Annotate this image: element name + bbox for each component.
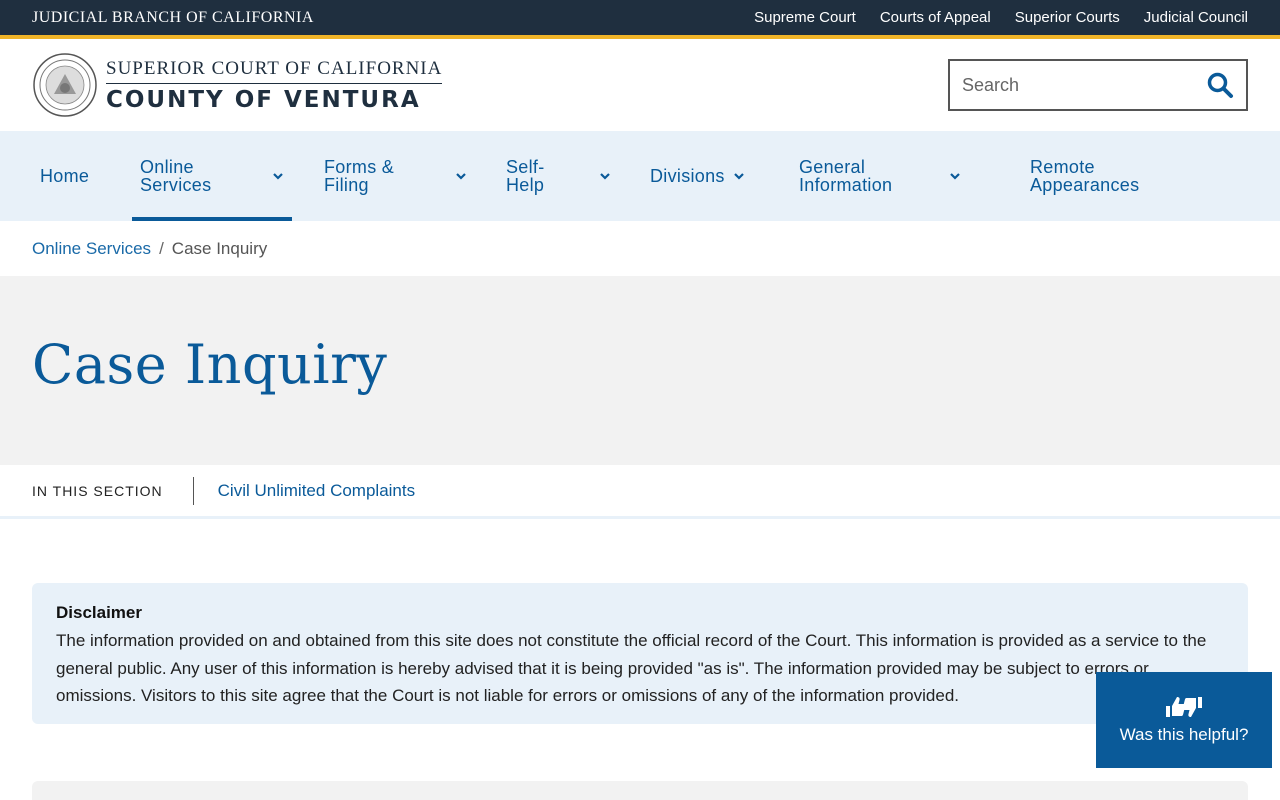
content-panel — [32, 781, 1248, 800]
chevron-down-icon — [456, 173, 466, 180]
judicial-branch-brand[interactable]: JUDICIAL BRANCH OF CALIFORNIA — [32, 9, 314, 27]
breadcrumb: Online Services / Case Inquiry — [0, 221, 1280, 276]
search-icon[interactable] — [1206, 71, 1234, 99]
nav-forms-filing[interactable]: Forms & Filing — [292, 131, 475, 221]
nav-online-services-label: Online Services — [140, 157, 212, 195]
disclaimer-panel: Disclaimer The information provided on a… — [32, 583, 1248, 724]
thumbs-up-down-icon — [1166, 697, 1202, 717]
nav-home[interactable]: Home — [32, 131, 132, 221]
logo-line-2: COUNTY OF VENTURA — [106, 86, 421, 113]
nav-forms-filing-label: Forms & Filing — [324, 157, 395, 195]
chevron-down-icon — [733, 173, 744, 180]
court-logo[interactable]: SUPERIOR COURT OF CALIFORNIA COUNTY OF V… — [32, 52, 443, 118]
utility-bar: JUDICIAL BRANCH OF CALIFORNIA Supreme Co… — [0, 0, 1280, 39]
site-header: SUPERIOR COURT OF CALIFORNIA COUNTY OF V… — [0, 39, 1280, 131]
chevron-down-icon — [273, 173, 283, 180]
nav-general-information-label: General Information — [799, 157, 893, 195]
utility-links: Supreme Court Courts of Appeal Superior … — [754, 9, 1248, 26]
nav-divisions-label: Divisions — [650, 166, 725, 186]
feedback-label: Was this helpful? — [1119, 725, 1249, 744]
court-seal-icon — [33, 53, 97, 117]
nav-remote-appearances[interactable]: Remote Appearances — [999, 131, 1159, 221]
breadcrumb-current: Case Inquiry — [171, 238, 268, 258]
link-supreme-court[interactable]: Supreme Court — [754, 9, 856, 26]
nav-home-label: Home — [40, 166, 90, 186]
nav-self-help[interactable]: Self-Help — [475, 131, 619, 221]
nav-online-services[interactable]: Online Services — [132, 131, 292, 221]
link-superior-courts[interactable]: Superior Courts — [1015, 9, 1120, 26]
logo-text: SUPERIOR COURT OF CALIFORNIA COUNTY OF V… — [106, 58, 443, 113]
chevron-down-icon — [600, 173, 610, 180]
in-this-section-nav: IN THIS SECTION Civil Unlimited Complain… — [0, 465, 1280, 519]
breadcrumb-separator: / — [159, 238, 164, 258]
nav-general-information[interactable]: General Information — [768, 131, 999, 221]
nav-divisions[interactable]: Divisions — [619, 131, 768, 221]
disclaimer-title: Disclaimer — [56, 603, 142, 622]
search-box — [948, 59, 1248, 111]
link-judicial-council[interactable]: Judicial Council — [1144, 9, 1248, 26]
link-courts-of-appeal[interactable]: Courts of Appeal — [880, 9, 991, 26]
main-nav: Home Online Services Forms & Filing Self… — [0, 131, 1280, 221]
nav-self-help-label: Self-Help — [506, 157, 545, 195]
page-title: Case Inquiry — [32, 333, 388, 396]
page-hero: Case Inquiry — [0, 276, 1280, 465]
search-input[interactable] — [962, 74, 1192, 96]
chevron-down-icon — [950, 173, 960, 180]
nav-remote-appearances-label: Remote Appearances — [1030, 157, 1140, 195]
feedback-button[interactable]: Was this helpful? — [1096, 672, 1272, 768]
disclaimer-body: The information provided on and obtained… — [56, 631, 1207, 705]
in-this-section-label: IN THIS SECTION — [32, 477, 194, 505]
section-link-civil-unlimited-complaints[interactable]: Civil Unlimited Complaints — [218, 481, 415, 501]
logo-line-1: SUPERIOR COURT OF CALIFORNIA — [106, 58, 443, 84]
breadcrumb-online-services[interactable]: Online Services — [32, 239, 151, 259]
